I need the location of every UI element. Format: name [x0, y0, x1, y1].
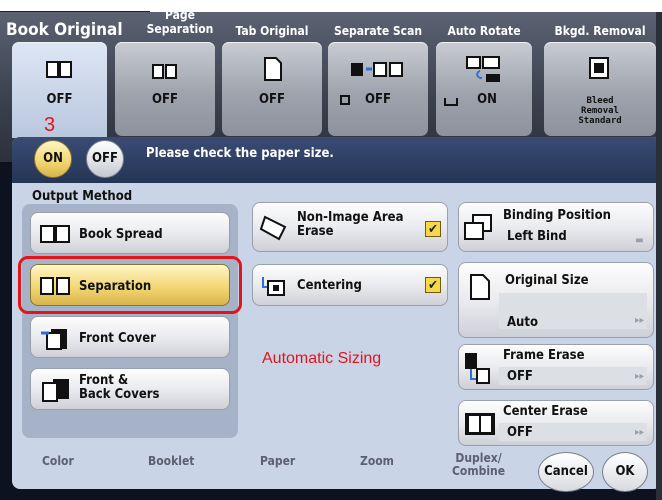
annotation-text: Automatic Sizing	[262, 350, 382, 367]
center-erase-button[interactable]: Center Erase OFF ▸▸	[458, 400, 654, 446]
original-size-label: Original Size	[505, 273, 589, 288]
binding-position-value: Left Bind	[507, 229, 567, 244]
forward-icon: ▸▸	[635, 371, 645, 382]
book-spread-icon	[39, 224, 71, 248]
tab-header-bkgd-removal[interactable]: Bkgd. Removal	[544, 24, 656, 38]
front-back-covers-label: Front & Back Covers	[79, 373, 160, 402]
separate-scan-small-icon	[340, 95, 350, 105]
book-icon	[46, 60, 72, 78]
frame-erase-button[interactable]: Frame Erase OFF ▸▸	[458, 344, 654, 390]
tab-original-value: OFF	[259, 92, 285, 107]
front-back-covers-button[interactable]: Front & Back Covers	[30, 368, 230, 410]
forward-icon: ▸▸	[635, 315, 645, 326]
page-separation-tile[interactable]: OFF	[115, 42, 215, 136]
original-size-value: Auto	[507, 315, 539, 330]
front-back-covers-icon	[39, 377, 71, 407]
bottom-tab-booklet[interactable]: Booklet	[148, 454, 194, 468]
bkgd-removal-icon	[588, 56, 614, 86]
book-spread-button[interactable]: Book Spread	[30, 212, 230, 254]
centering-label: Centering	[297, 278, 362, 293]
centering-icon	[259, 275, 287, 301]
forward-icon: ▸▸	[635, 427, 645, 438]
separate-scan-icon	[350, 60, 406, 82]
bottom-tab-zoom[interactable]: Zoom	[360, 454, 394, 468]
center-erase-label: Center Erase	[503, 404, 588, 419]
toggle-on-button[interactable]: ON	[34, 140, 72, 178]
binding-position-icon	[463, 213, 493, 247]
front-cover-icon	[39, 325, 71, 355]
page-title: Book Original	[6, 20, 123, 40]
step-marker: 3	[44, 114, 56, 136]
toggle-off-button[interactable]: OFF	[86, 140, 124, 178]
separation-highlight-outline	[18, 256, 242, 314]
frame-erase-icon	[463, 351, 493, 389]
ok-button[interactable]: OK	[602, 452, 648, 492]
tab-header-separate-scan[interactable]: Separate Scan	[328, 24, 428, 38]
non-image-erase-label: Non-Image Area Erase	[297, 210, 404, 239]
tab-original-tile[interactable]: OFF	[222, 42, 322, 136]
message-text: Please check the paper size.	[146, 146, 334, 161]
center-erase-icon	[463, 411, 497, 441]
original-size-button[interactable]: Original Size Auto ▸▸	[458, 262, 654, 338]
separate-scan-tile[interactable]: OFF	[328, 42, 428, 136]
bottom-tab-paper[interactable]: Paper	[260, 454, 295, 468]
binding-position-button[interactable]: Binding Position Left Bind ▬	[458, 202, 654, 252]
auto-rotate-tile[interactable]: ON	[436, 42, 532, 136]
cancel-button[interactable]: Cancel	[538, 452, 594, 492]
front-cover-label: Front Cover	[79, 331, 156, 346]
page-separation-value: OFF	[152, 92, 178, 107]
tab-header-tab-original[interactable]: Tab Original	[222, 24, 322, 38]
centering-button[interactable]: Centering ✔	[252, 264, 448, 306]
front-cover-button[interactable]: Front Cover	[30, 316, 230, 358]
tab-page-icon	[263, 56, 283, 86]
bottom-tab-duplex-combine[interactable]: Duplex/ Combine	[452, 452, 505, 478]
right-edge-strip	[656, 12, 662, 500]
bkgd-removal-value: Bleed Removal Standard	[578, 96, 622, 126]
frame-erase-label: Frame Erase	[503, 348, 585, 363]
main-window: Book Original Page Separation Tab Origin…	[0, 12, 662, 500]
book-spread-label: Book Spread	[79, 227, 163, 242]
dropdown-icon: ▬	[635, 235, 644, 246]
output-method-label: Output Method	[32, 189, 133, 204]
frame-erase-value: OFF	[507, 369, 533, 384]
book-original-tile[interactable]: OFF	[12, 42, 107, 138]
bkgd-removal-tile[interactable]: Bleed Removal Standard	[544, 42, 656, 136]
auto-rotate-value: ON	[477, 92, 497, 107]
auto-rotate-small-icon	[444, 98, 458, 106]
tab-header-auto-rotate[interactable]: Auto Rotate	[436, 24, 532, 38]
auto-rotate-icon	[466, 56, 502, 88]
split-pages-icon	[152, 62, 178, 84]
separate-scan-value: OFF	[365, 92, 391, 107]
original-size-icon	[469, 273, 491, 305]
bottom-tab-color[interactable]: Color	[42, 454, 74, 468]
non-image-erase-checkbox[interactable]: ✔	[425, 221, 441, 237]
non-image-erase-icon	[259, 215, 287, 245]
book-original-value: OFF	[46, 92, 73, 107]
centering-checkbox[interactable]: ✔	[425, 277, 441, 293]
binding-position-label: Binding Position	[503, 208, 611, 223]
non-image-erase-button[interactable]: Non-Image Area Erase ✔	[252, 202, 448, 252]
tab-header-page-separation[interactable]: Page Separation	[140, 12, 220, 36]
center-erase-value: OFF	[507, 425, 533, 440]
